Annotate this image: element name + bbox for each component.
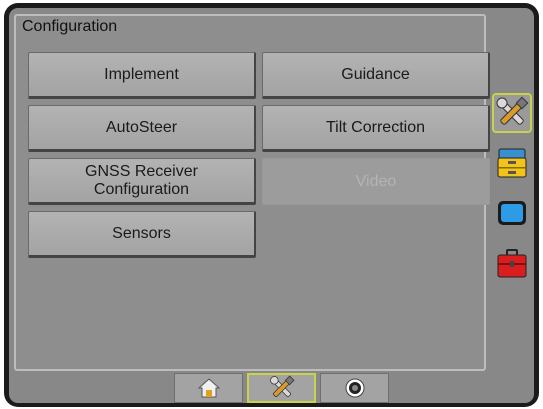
file-cabinet-icon xyxy=(497,148,527,178)
display-icon xyxy=(498,201,526,225)
video-button: Video xyxy=(262,158,490,205)
toolbox-icon xyxy=(497,249,527,278)
bottom-tab-tools[interactable] xyxy=(247,373,316,403)
configuration-panel: Configuration Implement Guidance AutoSte… xyxy=(14,14,490,371)
gnss-receiver-configuration-button[interactable]: GNSS Receiver Configuration xyxy=(28,158,256,205)
bottom-tab-home[interactable] xyxy=(174,373,243,403)
guidance-button-label: Guidance xyxy=(341,65,410,83)
bottom-nav-bar xyxy=(174,373,389,403)
guidance-button[interactable]: Guidance xyxy=(262,52,490,99)
side-tab-files[interactable] xyxy=(492,143,532,183)
side-tab-display[interactable] xyxy=(492,193,532,233)
home-icon xyxy=(197,378,220,398)
video-button-label: Video xyxy=(355,172,397,190)
autosteer-button-label: AutoSteer xyxy=(105,118,178,136)
tools-icon xyxy=(496,96,529,125)
tilt-correction-button[interactable]: Tilt Correction xyxy=(262,105,490,152)
gnss-button-label-line2: Configuration xyxy=(93,180,190,198)
device-frame: Configuration Implement Guidance AutoSte… xyxy=(4,3,539,407)
screen: Configuration Implement Guidance AutoSte… xyxy=(9,8,534,403)
implement-button-label: Implement xyxy=(104,65,179,83)
page-title: Configuration xyxy=(22,18,118,35)
implement-button[interactable]: Implement xyxy=(28,52,256,99)
tilt-correction-button-label: Tilt Correction xyxy=(326,118,425,136)
gnss-button-label-line1: GNSS Receiver xyxy=(85,162,198,180)
tools-icon xyxy=(269,375,295,397)
bottom-tab-camera[interactable] xyxy=(320,373,389,403)
autosteer-button[interactable]: AutoSteer xyxy=(28,105,256,152)
camera-icon xyxy=(345,378,364,398)
sensors-button-label: Sensors xyxy=(112,224,171,242)
side-tab-tools[interactable] xyxy=(492,93,532,133)
sensors-button[interactable]: Sensors xyxy=(28,211,256,258)
side-tab-toolbox[interactable] xyxy=(492,243,532,283)
